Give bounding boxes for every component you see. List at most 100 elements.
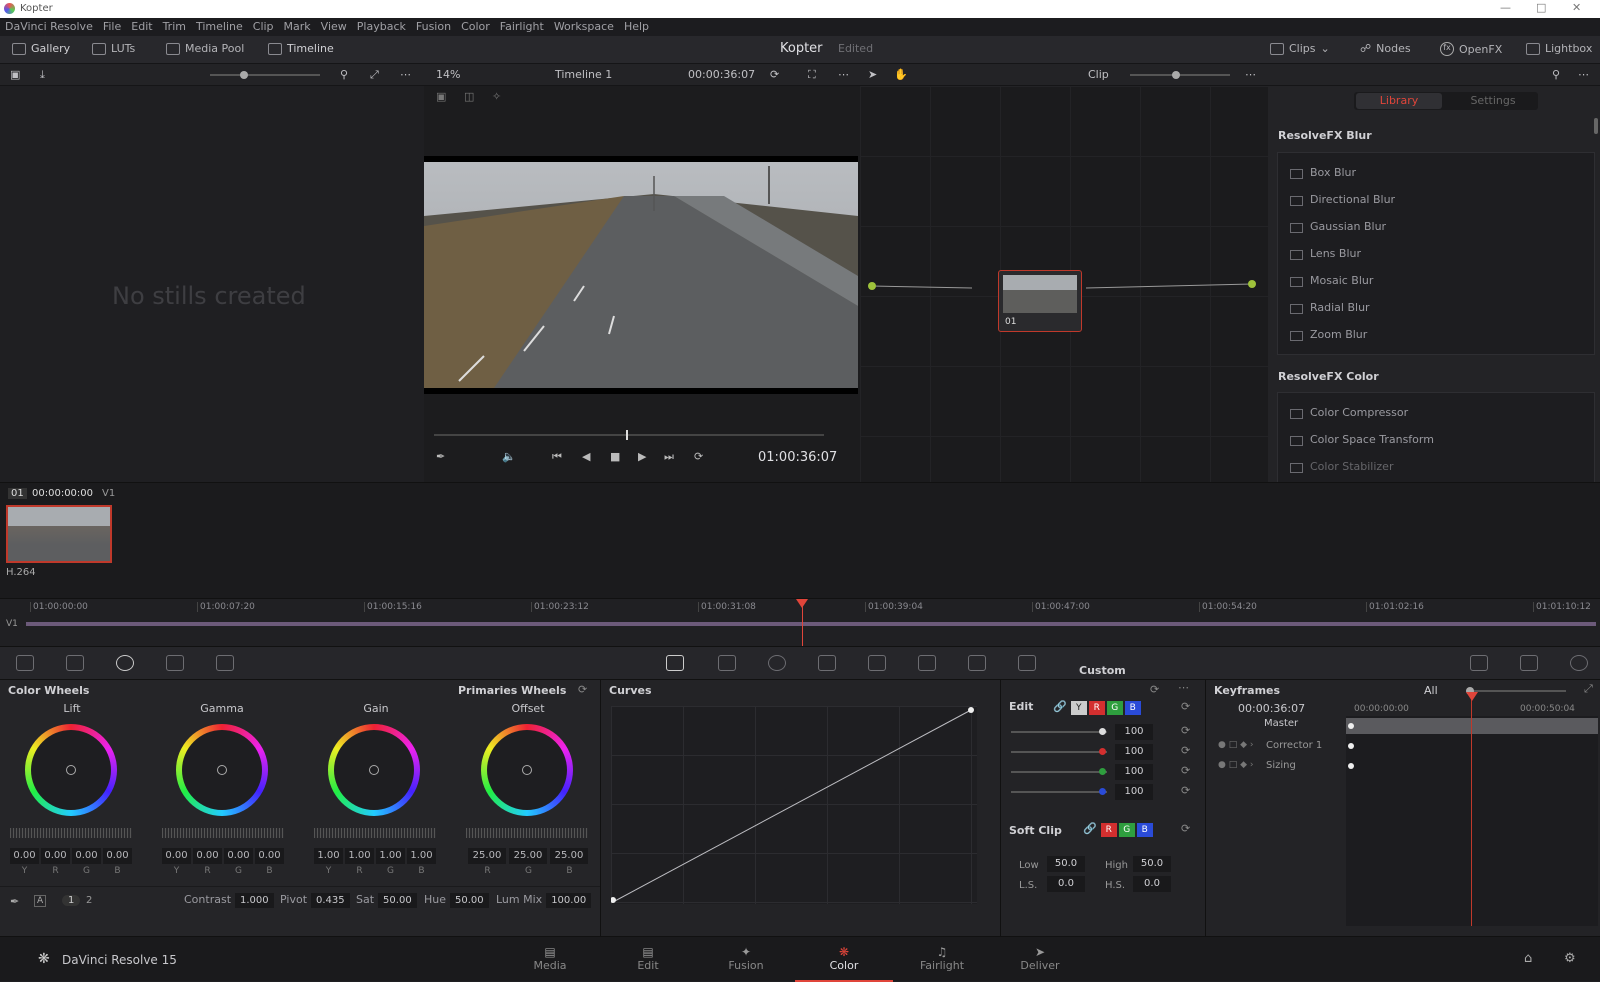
hand-icon[interactable]: ✋ [894, 68, 908, 81]
reset-icon[interactable]: ⟳ [1181, 764, 1190, 777]
fx-item[interactable]: Directional Blur [1278, 186, 1594, 213]
reset-icon[interactable]: ⟳ [1150, 683, 1159, 696]
lift-b[interactable]: 0.00 [103, 848, 132, 864]
menu-edit[interactable]: Edit [126, 18, 157, 36]
gamma-y[interactable]: 0.00 [162, 848, 191, 864]
menu-file[interactable]: File [98, 18, 126, 36]
layout-icon[interactable]: ▣ [10, 68, 20, 81]
gain-center[interactable] [369, 765, 379, 775]
r-value[interactable]: 100 [1115, 744, 1153, 760]
clips-button[interactable]: Clips ⌄ [1270, 42, 1330, 55]
fx-item[interactable]: Color Stabilizer [1278, 453, 1594, 480]
viewer-mode-icon[interactable]: ▣ [436, 90, 446, 103]
low-value[interactable]: 50.0 [1047, 856, 1085, 872]
video-frame[interactable] [424, 156, 858, 394]
mini-timeline[interactable]: V1 01:00:00:00 01:00:07:20 01:00:15:16 01:0… [0, 598, 1600, 647]
more-icon[interactable]: ⋯ [1178, 681, 1189, 694]
expand-icon[interactable]: ⤢ [1584, 682, 1593, 696]
menu-fusion[interactable]: Fusion [411, 18, 456, 36]
clip-mode-select[interactable]: Clip [1088, 68, 1109, 81]
page-deliver[interactable]: ➤ Deliver [991, 937, 1089, 982]
offset-b[interactable]: 25.00 [550, 848, 588, 864]
menu-help[interactable]: Help [619, 18, 654, 36]
loop-icon[interactable]: ⟳ [694, 450, 703, 463]
g-slider[interactable] [1011, 768, 1107, 775]
keyframe-playhead[interactable] [1471, 696, 1472, 926]
hue-control[interactable]: Hue 50.00 [424, 893, 489, 908]
keyframes-toggle-icon[interactable] [1470, 655, 1488, 671]
more-icon[interactable]: ⋯ [1578, 68, 1589, 81]
stop-icon[interactable]: ■ [610, 450, 620, 463]
gain-y[interactable]: 1.00 [314, 848, 343, 864]
offset-g[interactable]: 25.00 [509, 848, 547, 864]
page-fusion[interactable]: ✦ Fusion [697, 937, 795, 982]
gamma-g[interactable]: 0.00 [224, 848, 253, 864]
menu-timeline[interactable]: Timeline [191, 18, 248, 36]
lift-center[interactable] [66, 765, 76, 775]
lift-y[interactable]: 0.00 [10, 848, 39, 864]
link-icon[interactable]: 🔗 [1083, 822, 1097, 835]
contrast-control[interactable]: Contrast 1.000 [184, 893, 274, 908]
curves-icon[interactable] [666, 655, 684, 671]
gamma-master-slider[interactable] [162, 828, 284, 838]
more-icon[interactable]: ⋯ [838, 68, 849, 81]
curves-mode-select[interactable]: Custom [1079, 664, 1126, 677]
luts-button[interactable]: LUTs [92, 42, 135, 55]
rgb-mixer-icon[interactable] [166, 655, 184, 671]
sizing-icon[interactable] [968, 655, 986, 671]
sat-control[interactable]: Sat 50.00 [356, 893, 417, 908]
eyedropper-icon[interactable]: ✒ [436, 450, 445, 463]
offset-r[interactable]: 25.00 [468, 848, 506, 864]
step-back-icon[interactable]: ◀ [582, 450, 590, 463]
key-icon[interactable] [918, 655, 936, 671]
pivot-value[interactable]: 0.435 [311, 893, 350, 908]
gain-b[interactable]: 1.00 [407, 848, 436, 864]
keyframes-zoom-slider[interactable] [1466, 687, 1566, 695]
gallery-size-slider[interactable] [210, 71, 320, 79]
lightbox-button[interactable]: Lightbox [1526, 42, 1592, 55]
sizing-row-label[interactable]: Sizing [1266, 760, 1296, 771]
gain-g[interactable]: 1.00 [376, 848, 405, 864]
tracker-icon[interactable] [818, 655, 836, 671]
fx-item[interactable]: Gaussian Blur [1278, 213, 1594, 240]
lock-icon[interactable]: ● □ ◆ › [1218, 760, 1253, 770]
scrubber-bar[interactable] [434, 430, 824, 440]
fx-item[interactable]: Box Blur [1278, 159, 1594, 186]
b-channel-button[interactable]: B [1124, 701, 1141, 715]
keyframe-playhead-marker[interactable] [1466, 692, 1478, 701]
b-slider[interactable] [1011, 788, 1107, 795]
gamma-b[interactable]: 0.00 [255, 848, 284, 864]
curves-graph[interactable] [610, 706, 977, 904]
nodes-button[interactable]: ☍ Nodes [1360, 42, 1411, 55]
skip-start-icon[interactable]: ⏮ [552, 450, 562, 464]
menu-playback[interactable]: Playback [352, 18, 411, 36]
softclip-b-button[interactable]: B [1136, 823, 1153, 837]
y-value[interactable]: 100 [1115, 724, 1153, 740]
reset-icon[interactable]: ⟳ [1181, 700, 1190, 713]
softclip-r-button[interactable]: R [1100, 823, 1117, 837]
play-icon[interactable]: ▶ [638, 450, 646, 463]
tab-library[interactable]: Library [1356, 93, 1442, 109]
corrector-row-label[interactable]: Corrector 1 [1266, 740, 1322, 751]
magic-wand-icon[interactable]: ✧ [492, 90, 501, 103]
search-icon[interactable]: ⚲ [1552, 68, 1560, 81]
lift-g[interactable]: 0.00 [72, 848, 101, 864]
group-resolvefx-color[interactable]: ResolveFX Color [1278, 370, 1379, 383]
menu-mark[interactable]: Mark [279, 18, 316, 36]
fx-item[interactable]: Color Space Transform [1278, 426, 1594, 453]
high-value[interactable]: 50.0 [1133, 856, 1171, 872]
home-icon[interactable]: ⌂ [1524, 951, 1532, 966]
auto-balance-icon[interactable]: ✒ [10, 895, 19, 908]
fx-item[interactable]: Radial Blur [1278, 294, 1594, 321]
clip-thumbnail[interactable] [6, 505, 112, 563]
auto-icon[interactable]: A [34, 895, 47, 907]
gamma-r[interactable]: 0.00 [193, 848, 222, 864]
page-color[interactable]: ❋ Color [795, 937, 893, 982]
softclip-g-button[interactable]: G [1118, 823, 1135, 837]
scopes-icon[interactable] [1520, 655, 1538, 671]
page-2-button[interactable]: 2 [86, 895, 92, 906]
r-channel-button[interactable]: R [1088, 701, 1105, 715]
menu-clip[interactable]: Clip [248, 18, 279, 36]
keyframes-filter-select[interactable]: All [1424, 684, 1438, 697]
node-editor[interactable]: 01 [860, 86, 1268, 482]
